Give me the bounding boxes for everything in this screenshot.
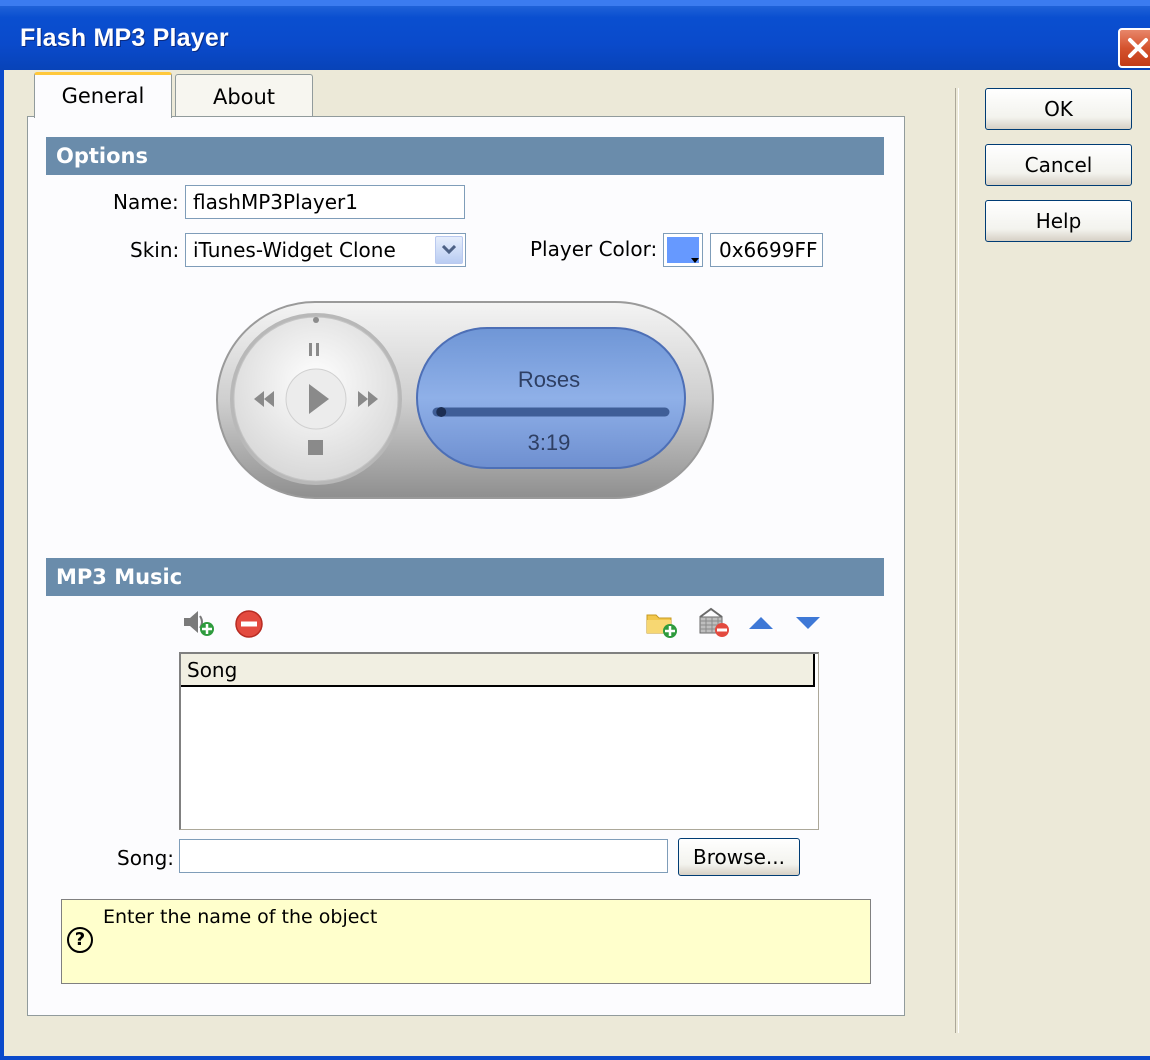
player-color-swatch[interactable]	[663, 233, 703, 267]
song-input[interactable]	[179, 839, 668, 873]
song-label: Song:	[117, 846, 175, 870]
player-color-input[interactable]: 0x6699FF	[710, 233, 823, 267]
skin-dropdown-button[interactable]	[435, 236, 463, 264]
remove-icon[interactable]	[234, 609, 264, 639]
options-section-header: Options	[46, 137, 884, 175]
add-song-icon[interactable]	[182, 608, 214, 638]
move-down-icon[interactable]	[794, 613, 822, 633]
swatch-dropdown-icon	[691, 258, 699, 263]
song-list[interactable]: Song	[179, 652, 819, 830]
close-icon	[1128, 38, 1148, 58]
hint-text: Enter the name of the object	[103, 906, 378, 928]
chevron-down-icon	[442, 245, 456, 255]
window-title: Flash MP3 Player	[20, 24, 229, 52]
tab-about[interactable]: About	[175, 74, 313, 118]
add-folder-icon[interactable]	[645, 609, 679, 639]
song-column-header[interactable]: Song	[181, 654, 815, 687]
stop-icon	[308, 440, 323, 455]
name-input[interactable]: flashMP3Player1	[185, 185, 465, 219]
help-button[interactable]: Help	[985, 200, 1132, 242]
skin-select[interactable]: iTunes-Widget Clone	[185, 233, 466, 267]
mp3-music-section-header: MP3 Music	[46, 558, 884, 596]
hint-box: Enter the name of the object ?	[61, 899, 871, 984]
song-column-header-label: Song	[187, 658, 238, 682]
title-bar: Flash MP3 Player	[0, 0, 1150, 70]
column-divider	[810, 654, 815, 687]
browse-button[interactable]: Browse...	[678, 838, 800, 876]
skin-select-value: iTunes-Widget Clone	[193, 238, 396, 262]
player-preview: Roses 3:19	[216, 301, 714, 499]
song-time: 3:19	[528, 430, 571, 455]
name-label: Name:	[113, 190, 179, 214]
close-button[interactable]	[1118, 28, 1150, 68]
song-title: Roses	[518, 367, 580, 392]
ok-button[interactable]: OK	[985, 88, 1132, 130]
tab-general[interactable]: General	[34, 72, 172, 118]
player-color-label: Player Color:	[530, 237, 658, 261]
progress-knob	[436, 407, 447, 417]
window-frame-bottom	[0, 1056, 1150, 1060]
vertical-separator	[955, 88, 959, 1033]
cancel-button[interactable]: Cancel	[985, 144, 1132, 186]
player-indicator-dot	[313, 317, 319, 323]
pause-icon	[309, 343, 312, 356]
skin-label: Skin:	[130, 238, 180, 262]
window-frame-left	[0, 70, 4, 1060]
remove-folder-icon[interactable]	[695, 605, 731, 639]
move-up-icon[interactable]	[747, 613, 775, 633]
question-icon: ?	[67, 927, 93, 953]
